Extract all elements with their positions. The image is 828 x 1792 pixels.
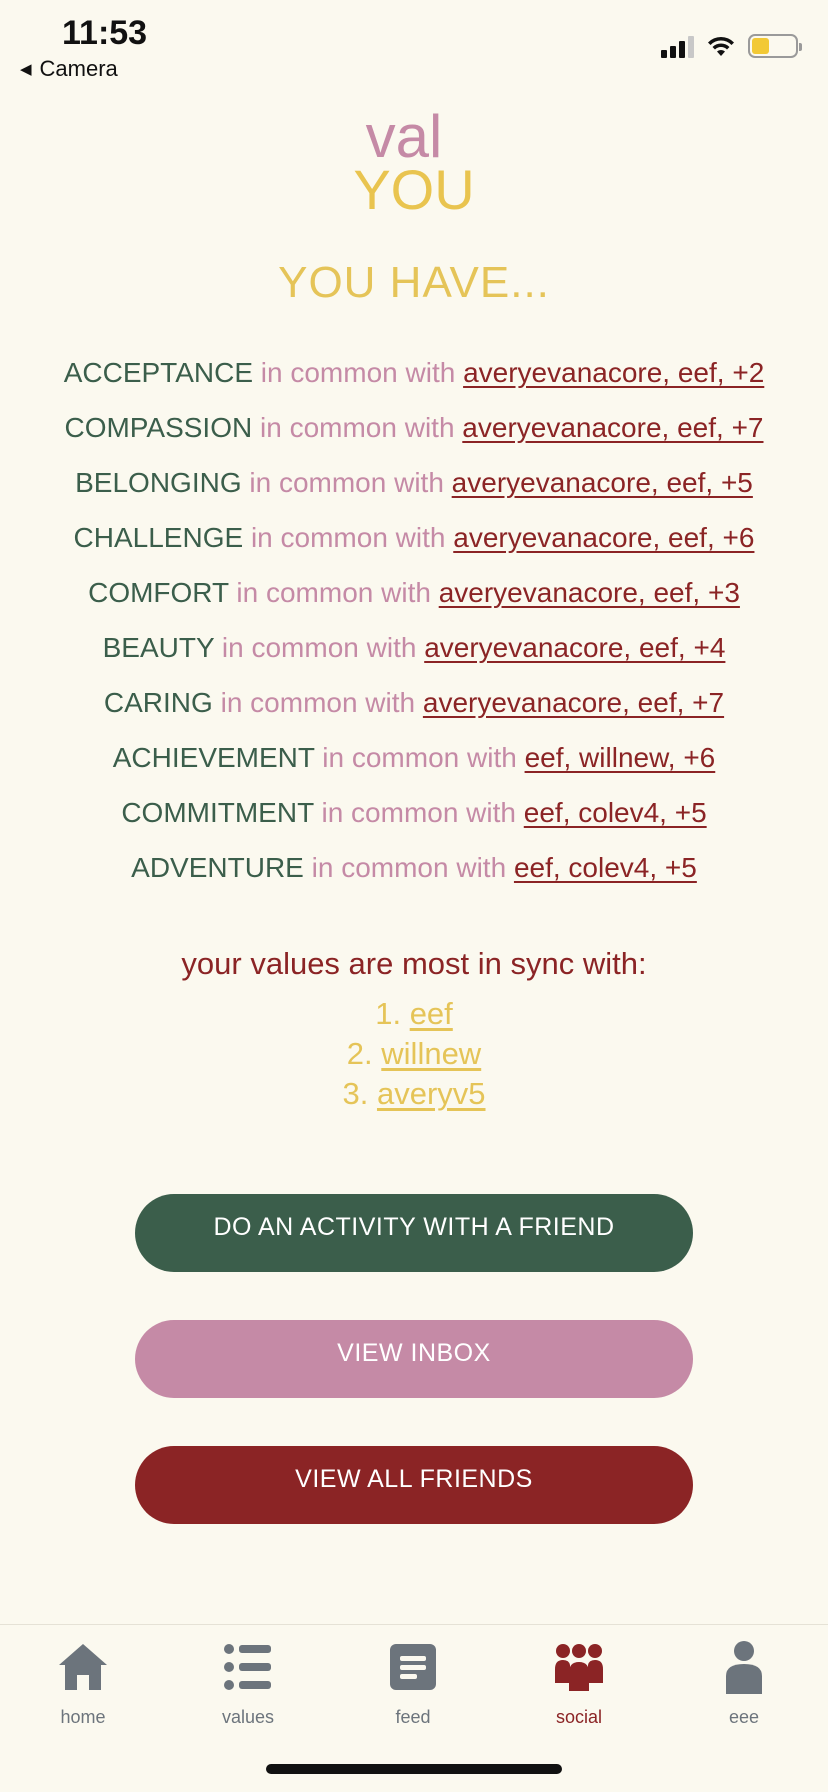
sync-friend-link[interactable]: willnew bbox=[381, 1036, 481, 1071]
common-row: ACHIEVEMENT in common with eef, willnew,… bbox=[0, 737, 828, 792]
common-row: CARING in common with averyevanacore, ee… bbox=[0, 682, 828, 737]
user-icon bbox=[684, 1637, 804, 1697]
back-label: Camera bbox=[39, 56, 118, 81]
common-connector: in common with bbox=[220, 687, 416, 718]
value-name: COMFORT bbox=[88, 577, 229, 608]
common-connector: in common with bbox=[260, 357, 456, 388]
sync-rank: 3. bbox=[342, 1076, 369, 1111]
sync-item: 3. averyv5 bbox=[0, 1074, 828, 1114]
common-values-list: ACCEPTANCE in common with averyevanacore… bbox=[0, 352, 828, 902]
app-logo: val YOU bbox=[0, 103, 828, 221]
sync-friend-link[interactable]: averyv5 bbox=[377, 1076, 486, 1111]
friends-link[interactable]: eef, colev4, +5 bbox=[524, 797, 707, 828]
value-name: ACCEPTANCE bbox=[63, 357, 253, 388]
tab-social[interactable]: social bbox=[519, 1637, 639, 1728]
friends-link[interactable]: averyevanacore, eef, +4 bbox=[424, 632, 725, 663]
friends-link[interactable]: eef, colev4, +5 bbox=[514, 852, 697, 883]
home-icon bbox=[23, 1637, 143, 1697]
value-name: ADVENTURE bbox=[131, 852, 304, 883]
common-connector: in common with bbox=[311, 852, 507, 883]
status-icons bbox=[661, 34, 802, 58]
sync-list: 1. eef 2. willnew 3. averyv5 bbox=[0, 994, 828, 1114]
battery-icon bbox=[748, 34, 802, 58]
value-name: BEAUTY bbox=[102, 632, 215, 663]
wifi-icon bbox=[706, 34, 736, 58]
feed-icon bbox=[353, 1637, 473, 1697]
logo-top: val bbox=[365, 103, 443, 170]
common-connector: in common with bbox=[236, 577, 431, 608]
value-name: BELONGING bbox=[75, 467, 242, 498]
tab-label: values bbox=[221, 1707, 275, 1727]
value-name: CHALLENGE bbox=[73, 522, 244, 553]
people-icon bbox=[519, 1637, 639, 1697]
friends-link[interactable]: averyevanacore, eef, +5 bbox=[452, 467, 753, 498]
common-connector: in common with bbox=[249, 467, 444, 498]
view-inbox-button[interactable]: VIEW INBOX bbox=[135, 1320, 693, 1398]
back-arrow-icon: ◀ bbox=[20, 61, 32, 78]
sync-friend-link[interactable]: eef bbox=[410, 996, 453, 1031]
sync-item: 2. willnew bbox=[0, 1034, 828, 1074]
view-all-friends-button[interactable]: VIEW ALL FRIENDS bbox=[135, 1446, 693, 1524]
cellular-signal-icon bbox=[661, 34, 694, 58]
common-connector: in common with bbox=[322, 742, 517, 773]
friends-link[interactable]: eef, willnew, +6 bbox=[525, 742, 716, 773]
common-connector: in common with bbox=[321, 797, 516, 828]
value-name: COMPASSION bbox=[64, 412, 253, 443]
common-connector: in common with bbox=[250, 522, 446, 553]
tab-feed[interactable]: feed bbox=[353, 1637, 473, 1728]
common-row: COMMITMENT in common with eef, colev4, +… bbox=[0, 792, 828, 847]
tab-values[interactable]: values bbox=[188, 1637, 308, 1728]
back-to-camera[interactable]: ◀ Camera bbox=[20, 56, 118, 82]
common-row: COMFORT in common with averyevanacore, e… bbox=[0, 572, 828, 627]
sync-title: your values are most in sync with: bbox=[181, 946, 647, 981]
common-row: COMPASSION in common with averyevanacore… bbox=[0, 407, 828, 462]
tab-label: home bbox=[60, 1707, 106, 1727]
list-icon bbox=[188, 1637, 308, 1697]
sync-rank: 1. bbox=[375, 996, 402, 1031]
page-heading: YOU HAVE... bbox=[278, 258, 550, 307]
do-activity-button[interactable]: DO AN ACTIVITY WITH A FRIEND bbox=[135, 1194, 693, 1272]
common-row: BELONGING in common with averyevanacore,… bbox=[0, 462, 828, 517]
sync-rank: 2. bbox=[346, 1036, 373, 1071]
common-row: CHALLENGE in common with averyevanacore,… bbox=[0, 517, 828, 572]
home-indicator[interactable] bbox=[266, 1764, 562, 1774]
value-name: ACHIEVEMENT bbox=[112, 742, 315, 773]
tab-label: social bbox=[555, 1707, 603, 1727]
friends-link[interactable]: averyevanacore, eef, +2 bbox=[463, 357, 764, 388]
logo-bottom: YOU bbox=[353, 158, 475, 221]
common-row: ADVENTURE in common with eef, colev4, +5 bbox=[0, 847, 828, 902]
common-row: BEAUTY in common with averyevanacore, ee… bbox=[0, 627, 828, 682]
value-name: CARING bbox=[103, 687, 213, 718]
common-connector: in common with bbox=[221, 632, 417, 663]
friends-link[interactable]: averyevanacore, eef, +6 bbox=[453, 522, 754, 553]
friends-link[interactable]: averyevanacore, eef, +7 bbox=[462, 412, 763, 443]
friends-link[interactable]: averyevanacore, eef, +3 bbox=[439, 577, 740, 608]
value-name: COMMITMENT bbox=[121, 797, 314, 828]
status-time: 11:53 bbox=[62, 14, 148, 52]
tab-label: eee bbox=[728, 1707, 760, 1727]
friends-link[interactable]: averyevanacore, eef, +7 bbox=[423, 687, 724, 718]
tab-home[interactable]: home bbox=[23, 1637, 143, 1728]
common-row: ACCEPTANCE in common with averyevanacore… bbox=[0, 352, 828, 407]
sync-item: 1. eef bbox=[0, 994, 828, 1034]
common-connector: in common with bbox=[260, 412, 455, 443]
tab-label: feed bbox=[395, 1707, 431, 1727]
tab-profile[interactable]: eee bbox=[684, 1637, 804, 1728]
